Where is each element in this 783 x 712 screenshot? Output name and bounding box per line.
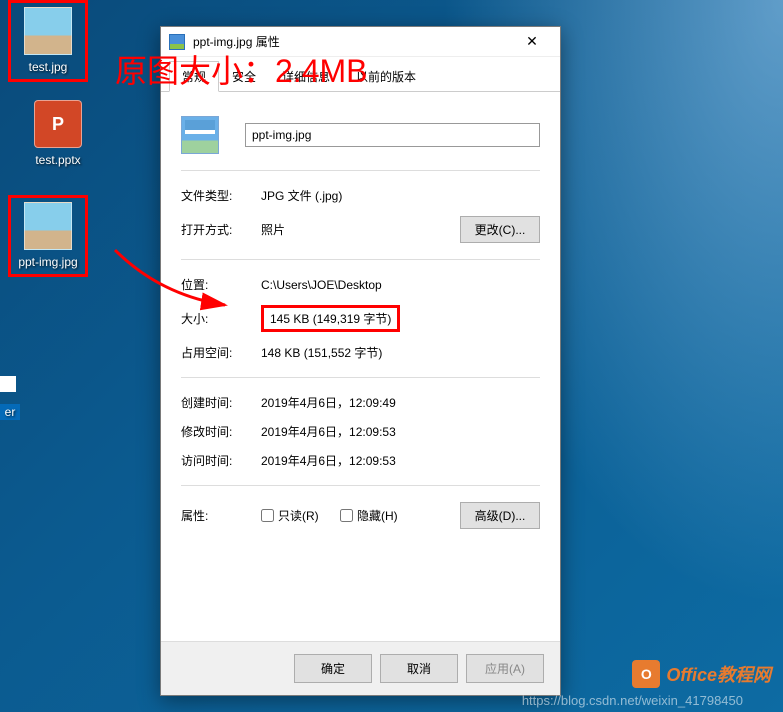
readonly-check-label: 只读(R) <box>278 507 319 524</box>
readonly-checkbox[interactable]: 只读(R) <box>261 507 319 524</box>
close-button[interactable]: ✕ <box>512 29 552 55</box>
watermark-url: https://blog.csdn.net/weixin_41798450 <box>522 693 743 708</box>
desktop-icon-test-pptx[interactable]: P test.pptx <box>18 100 98 168</box>
size-label: 大小: <box>181 310 261 327</box>
icon-label: ppt-img.jpg <box>15 254 81 270</box>
change-button[interactable]: 更改(C)... <box>460 216 540 243</box>
icon-label: er <box>0 404 20 420</box>
image-icon <box>24 202 72 250</box>
filetype-label: 文件类型: <box>181 187 261 204</box>
desktop-icon-ppt-img-jpg[interactable]: ppt-img.jpg <box>8 195 88 277</box>
modified-value: 2019年4月6日，12:09:53 <box>261 423 540 440</box>
size-value: 145 KB (149,319 字节) <box>261 305 400 332</box>
icon-label: test.jpg <box>15 59 81 75</box>
office-icon: O <box>632 660 660 688</box>
created-value: 2019年4月6日，12:09:49 <box>261 394 540 411</box>
powerpoint-icon: P <box>34 100 82 148</box>
desktop-icon-test-jpg[interactable]: test.jpg <box>8 0 88 82</box>
openwith-value: 照片 <box>261 221 460 238</box>
accessed-label: 访问时间: <box>181 452 261 469</box>
icon-label: test.pptx <box>18 152 98 168</box>
sizeondisk-label: 占用空间: <box>181 344 261 361</box>
image-icon <box>24 7 72 55</box>
apply-button[interactable]: 应用(A) <box>466 654 544 683</box>
filename-input[interactable]: ppt-img.jpg <box>245 123 540 147</box>
dialog-button-bar: 确定 取消 应用(A) <box>161 641 560 695</box>
readonly-check-input[interactable] <box>261 509 274 522</box>
file-preview-icon <box>181 116 219 154</box>
dialog-content: ppt-img.jpg 文件类型: JPG 文件 (.jpg) 打开方式: 照片… <box>161 92 560 641</box>
hidden-check-label: 隐藏(H) <box>357 507 398 524</box>
openwith-label: 打开方式: <box>181 221 261 238</box>
accessed-value: 2019年4月6日，12:09:53 <box>261 452 540 469</box>
watermark-text: Office教程网 <box>666 661 771 687</box>
watermark-logo: O Office教程网 <box>632 660 771 688</box>
attributes-label: 属性: <box>181 507 261 524</box>
hidden-check-input[interactable] <box>340 509 353 522</box>
created-label: 创建时间: <box>181 394 261 411</box>
modified-label: 修改时间: <box>181 423 261 440</box>
location-value: C:\Users\JOE\Desktop <box>261 278 540 292</box>
annotation-text: 原图大小：2.4MB <box>115 46 368 92</box>
hidden-checkbox[interactable]: 隐藏(H) <box>340 507 398 524</box>
cancel-button[interactable]: 取消 <box>380 654 458 683</box>
properties-dialog: ppt-img.jpg 属性 ✕ 常规 安全 详细信息 以前的版本 ppt-im… <box>160 26 561 696</box>
desktop-icon-partial-2[interactable]: er <box>0 404 20 420</box>
filetype-value: JPG 文件 (.jpg) <box>261 187 540 204</box>
file-icon <box>0 376 16 392</box>
desktop-icon-partial[interactable] <box>0 376 20 392</box>
location-label: 位置: <box>181 276 261 293</box>
sizeondisk-value: 148 KB (151,552 字节) <box>261 344 540 361</box>
ok-button[interactable]: 确定 <box>294 654 372 683</box>
advanced-button[interactable]: 高级(D)... <box>460 502 540 529</box>
